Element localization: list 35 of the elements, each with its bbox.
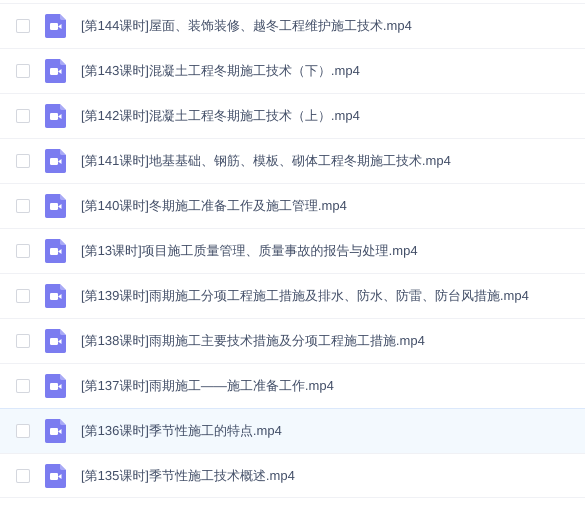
checkbox[interactable] [16, 19, 30, 33]
video-file-icon [45, 239, 66, 263]
file-row[interactable]: [第136课时]季节性施工的特点.mp4 [0, 408, 585, 453]
checkbox[interactable] [16, 424, 30, 438]
checkbox[interactable] [16, 289, 30, 303]
video-file-icon [45, 59, 66, 83]
video-file-icon [45, 374, 66, 398]
file-name[interactable]: [第135课时]季节性施工技术概述.mp4 [81, 466, 295, 486]
file-name[interactable]: [第142课时]混凝土工程冬期施工技术（上）.mp4 [81, 106, 360, 126]
video-file-icon [45, 464, 66, 488]
file-name[interactable]: [第144课时]屋面、装饰装修、越冬工程维护施工技术.mp4 [81, 16, 412, 36]
checkbox[interactable] [16, 109, 30, 123]
file-name[interactable]: [第137课时]雨期施工——施工准备工作.mp4 [81, 376, 334, 396]
file-name[interactable]: [第138课时]雨期施工主要技术措施及分项工程施工措施.mp4 [81, 331, 425, 351]
video-file-icon [45, 104, 66, 128]
checkbox[interactable] [16, 199, 30, 213]
video-file-icon [45, 329, 66, 353]
video-file-icon [45, 149, 66, 173]
file-row[interactable]: [第135课时]季节性施工技术概述.mp4 [0, 453, 585, 498]
file-name[interactable]: [第140课时]冬期施工准备工作及施工管理.mp4 [81, 196, 347, 216]
checkbox[interactable] [16, 468, 30, 482]
checkbox[interactable] [16, 379, 30, 393]
file-name[interactable]: [第13课时]项目施工质量管理、质量事故的报告与处理.mp4 [81, 241, 418, 261]
video-file-icon [45, 14, 66, 38]
file-name[interactable]: [第139课时]雨期施工分项工程施工措施及排水、防水、防雷、防台风措施.mp4 [81, 286, 529, 306]
checkbox[interactable] [16, 64, 30, 78]
checkbox[interactable] [16, 244, 30, 258]
video-file-icon [45, 194, 66, 218]
file-name[interactable]: [第136课时]季节性施工的特点.mp4 [81, 421, 282, 441]
file-name[interactable]: [第143课时]混凝土工程冬期施工技术（下）.mp4 [81, 61, 360, 81]
checkbox[interactable] [16, 154, 30, 168]
file-name[interactable]: [第141课时]地基基础、钢筋、模板、砌体工程冬期施工技术.mp4 [81, 151, 451, 171]
video-file-icon [45, 419, 66, 443]
checkbox[interactable] [16, 334, 30, 348]
video-file-icon [45, 284, 66, 308]
